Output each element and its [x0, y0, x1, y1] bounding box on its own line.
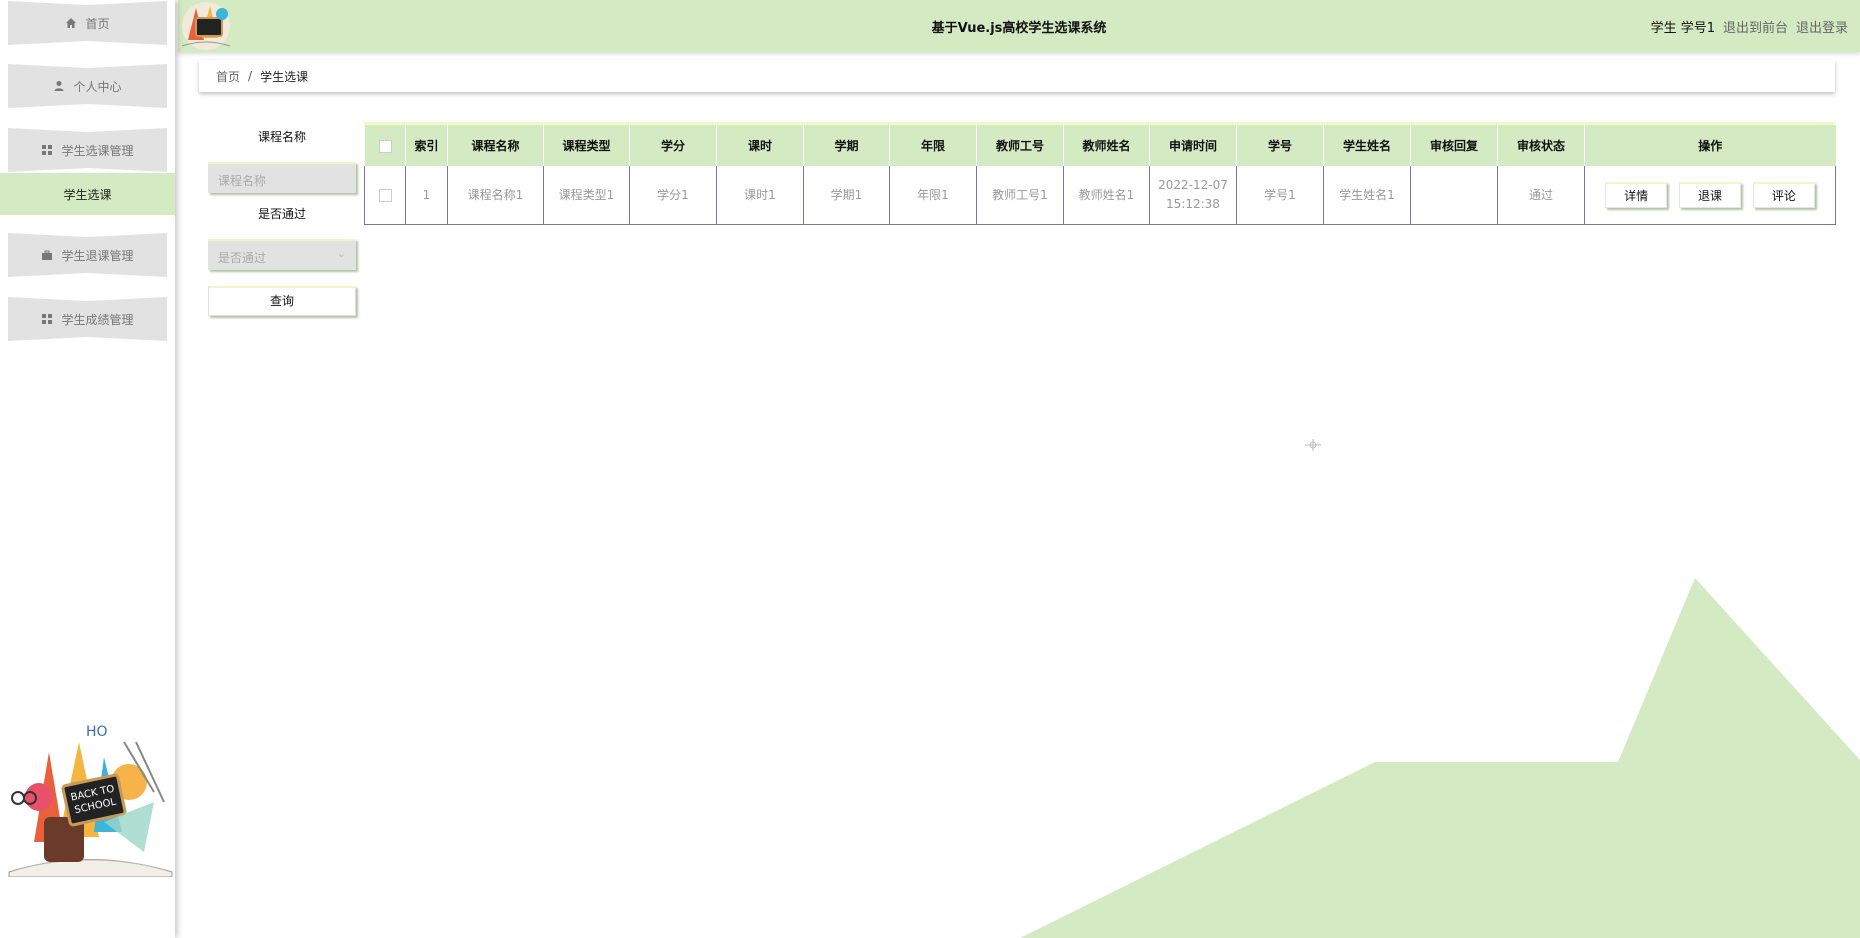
column-header: 学生姓名	[1323, 125, 1411, 166]
detail-button[interactable]: 详情	[1605, 182, 1668, 208]
row-checkbox[interactable]	[378, 188, 392, 202]
table-header-row: 索引 课程名称 课程类型 学分 课时 学期 年限 教师工号 教师姓名 申请时间 …	[364, 125, 1836, 166]
top-header: 基于Vue.js高校学生选课系统 学生 学号1 退出到前台 退出登录	[178, 0, 1860, 52]
cell-hours: 课时1	[716, 166, 804, 225]
app-title: 基于Vue.js高校学生选课系统	[931, 21, 1107, 36]
column-header: 学分	[629, 125, 717, 166]
sidebar-item-label: 学生选课	[63, 187, 112, 202]
course-name-placeholder: 课程名称	[218, 174, 267, 188]
sidebar-item-label: 个人中心	[73, 79, 122, 94]
breadcrumb-separator: /	[248, 69, 253, 83]
cell-student-name: 学生姓名1	[1323, 166, 1411, 225]
apply-date: 2022-12-07	[1158, 178, 1228, 192]
column-header: 学期	[803, 125, 890, 166]
column-header: 申请时间	[1149, 125, 1237, 166]
column-header: 索引	[405, 125, 448, 166]
query-button[interactable]: 查询	[208, 286, 356, 316]
sidebar-item-label: 首页	[85, 16, 110, 31]
cell-review-status: 通过	[1497, 166, 1585, 225]
column-header: 年限	[889, 125, 977, 166]
home-icon	[66, 18, 77, 28]
sidebar-item-course-drop-manage[interactable]: 学生退课管理	[8, 232, 167, 278]
cell-term: 学期1	[803, 166, 890, 225]
sidebar-item-profile[interactable]: 个人中心	[8, 63, 167, 109]
column-header: 学号	[1236, 125, 1324, 166]
sidebar-item-label: 学生选课管理	[61, 143, 134, 158]
course-selection-table: 索引 课程名称 课程类型 学分 课时 学期 年限 教师工号 教师姓名 申请时间 …	[364, 122, 1836, 225]
row-select-cell	[364, 166, 406, 225]
back-to-front-link[interactable]: 退出到前台	[1723, 17, 1788, 36]
column-header: 操作	[1584, 125, 1836, 166]
logout-link[interactable]: 退出登录	[1796, 17, 1848, 36]
back-to-school-illustration: BACK TO SCHOOL HO	[8, 724, 173, 877]
sidebar-item-label: 学生成绩管理	[61, 312, 134, 327]
column-header: 教师工号	[976, 125, 1064, 166]
breadcrumb: 首页 / 学生选课	[199, 60, 1835, 92]
table-row: 1 课程名称1 课程类型1 学分1 课时1 学期1 年限1 教师工号1 教师姓名…	[364, 166, 1836, 225]
cell-apply-time: 2022-12-07 15:12:38	[1149, 166, 1237, 225]
move-cursor-icon	[1305, 439, 1321, 451]
sidebar-item-home[interactable]: 首页	[8, 0, 167, 46]
cell-teacher-name: 教师姓名1	[1063, 166, 1150, 225]
column-header: 教师姓名	[1063, 125, 1150, 166]
column-header: 课时	[716, 125, 804, 166]
breadcrumb-current: 学生选课	[260, 69, 309, 84]
cell-teacher-id: 教师工号1	[976, 166, 1064, 225]
user-icon	[54, 81, 64, 91]
sidebar: 首页 个人中心 学生选课管理 学生选课 学生退课管理 学生成绩管理 BACK T…	[0, 0, 175, 938]
cell-years: 年限1	[889, 166, 977, 225]
column-header: 审核状态	[1497, 125, 1585, 166]
header-user-area: 学生 学号1 退出到前台 退出登录	[1651, 17, 1848, 36]
apply-clock-time: 15:12:38	[1166, 197, 1220, 211]
grid-icon	[42, 145, 53, 155]
comment-button[interactable]: 评论	[1752, 182, 1815, 208]
drop-course-button[interactable]: 退课	[1679, 182, 1741, 208]
svg-text:HO: HO	[86, 724, 108, 740]
select-all-cell	[364, 125, 406, 166]
grid-icon	[42, 314, 53, 324]
passed-select[interactable]: 是否通过 ⌄	[208, 239, 356, 270]
cell-actions: 详情 退课 评论	[1584, 166, 1836, 225]
cell-student-id: 学号1	[1236, 166, 1324, 225]
search-panel: 课程名称 课程名称 是否通过 是否通过 ⌄ 查询	[208, 128, 356, 316]
sidebar-item-label: 学生退课管理	[61, 248, 134, 263]
breadcrumb-home[interactable]: 首页	[216, 68, 240, 85]
current-user: 学生 学号1	[1650, 21, 1715, 36]
cell-credit: 学分1	[629, 166, 717, 225]
course-name-label: 课程名称	[257, 130, 306, 144]
column-header: 课程类型	[543, 125, 630, 166]
column-header: 审核回复	[1410, 125, 1498, 166]
cell-index: 1	[405, 166, 448, 225]
column-header: 课程名称	[447, 125, 544, 166]
cell-review-reply	[1410, 166, 1498, 225]
chevron-down-icon: ⌄	[336, 247, 346, 260]
passed-placeholder: 是否通过	[218, 251, 267, 265]
select-all-checkbox[interactable]	[378, 139, 392, 153]
sidebar-item-course-selection[interactable]: 学生选课	[0, 173, 175, 215]
briefcase-icon	[42, 250, 53, 260]
cell-course-name: 课程名称1	[447, 166, 544, 225]
cell-course-type: 课程类型1	[543, 166, 630, 225]
sidebar-item-course-selection-manage[interactable]: 学生选课管理	[8, 127, 167, 173]
course-name-input[interactable]: 课程名称	[208, 162, 356, 193]
passed-label: 是否通过	[257, 207, 306, 221]
sidebar-item-grade-manage[interactable]: 学生成绩管理	[8, 296, 167, 342]
